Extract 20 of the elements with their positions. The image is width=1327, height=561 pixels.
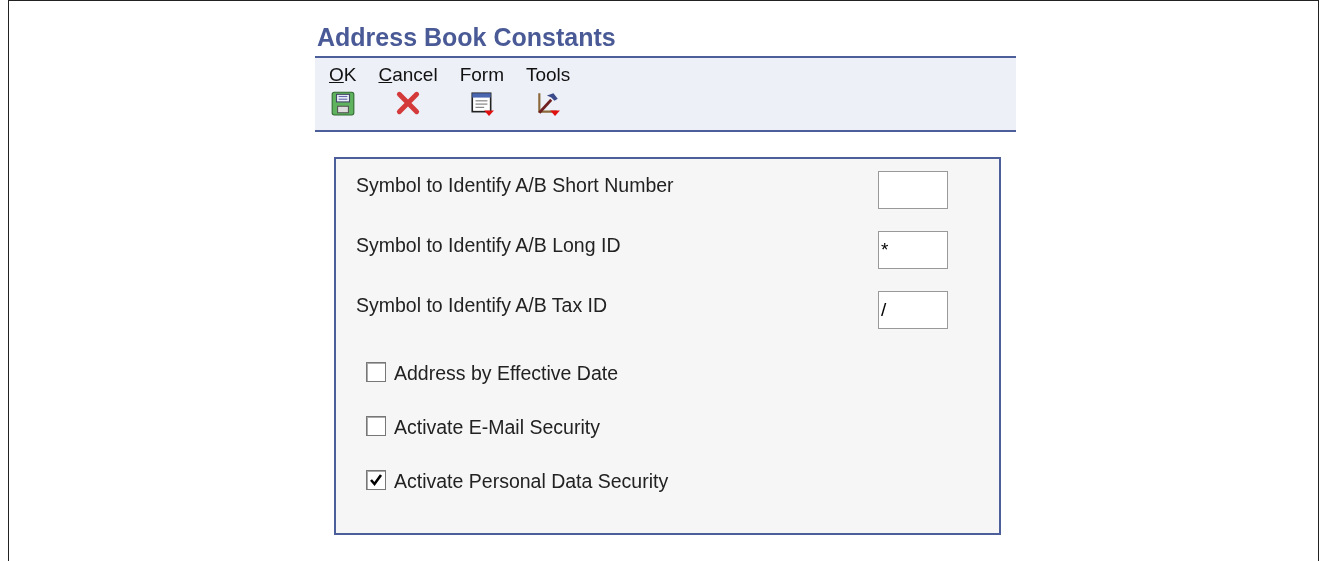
checkbox[interactable] — [366, 362, 386, 382]
cross-icon — [395, 90, 422, 116]
form-button[interactable]: Form — [455, 64, 508, 130]
save-button[interactable]: OK — [325, 64, 361, 130]
tools-button[interactable]: Tools — [521, 64, 575, 130]
input-field[interactable] — [878, 171, 948, 209]
checkbox[interactable] — [366, 416, 386, 436]
cancel-button[interactable]: Cancel — [374, 64, 442, 130]
field-label: Symbol to Identify A/B Short Number — [356, 173, 674, 198]
checkbox[interactable] — [366, 470, 386, 490]
input-field[interactable]: * — [878, 231, 948, 269]
input-field[interactable]: / — [878, 291, 948, 329]
form-title: Address Book Constants — [317, 23, 617, 52]
form-list-icon — [468, 90, 495, 116]
hammer-icon — [535, 90, 562, 116]
field-label: Symbol to Identify A/B Tax ID — [356, 293, 608, 318]
checkbox-label: Address by Effective Date — [394, 361, 618, 385]
checkbox-label: Activate E-Mail Security — [394, 415, 600, 439]
checkbox-label: Activate Personal Data Security — [394, 469, 669, 493]
field-label: Symbol to Identify A/B Long ID — [356, 233, 621, 258]
